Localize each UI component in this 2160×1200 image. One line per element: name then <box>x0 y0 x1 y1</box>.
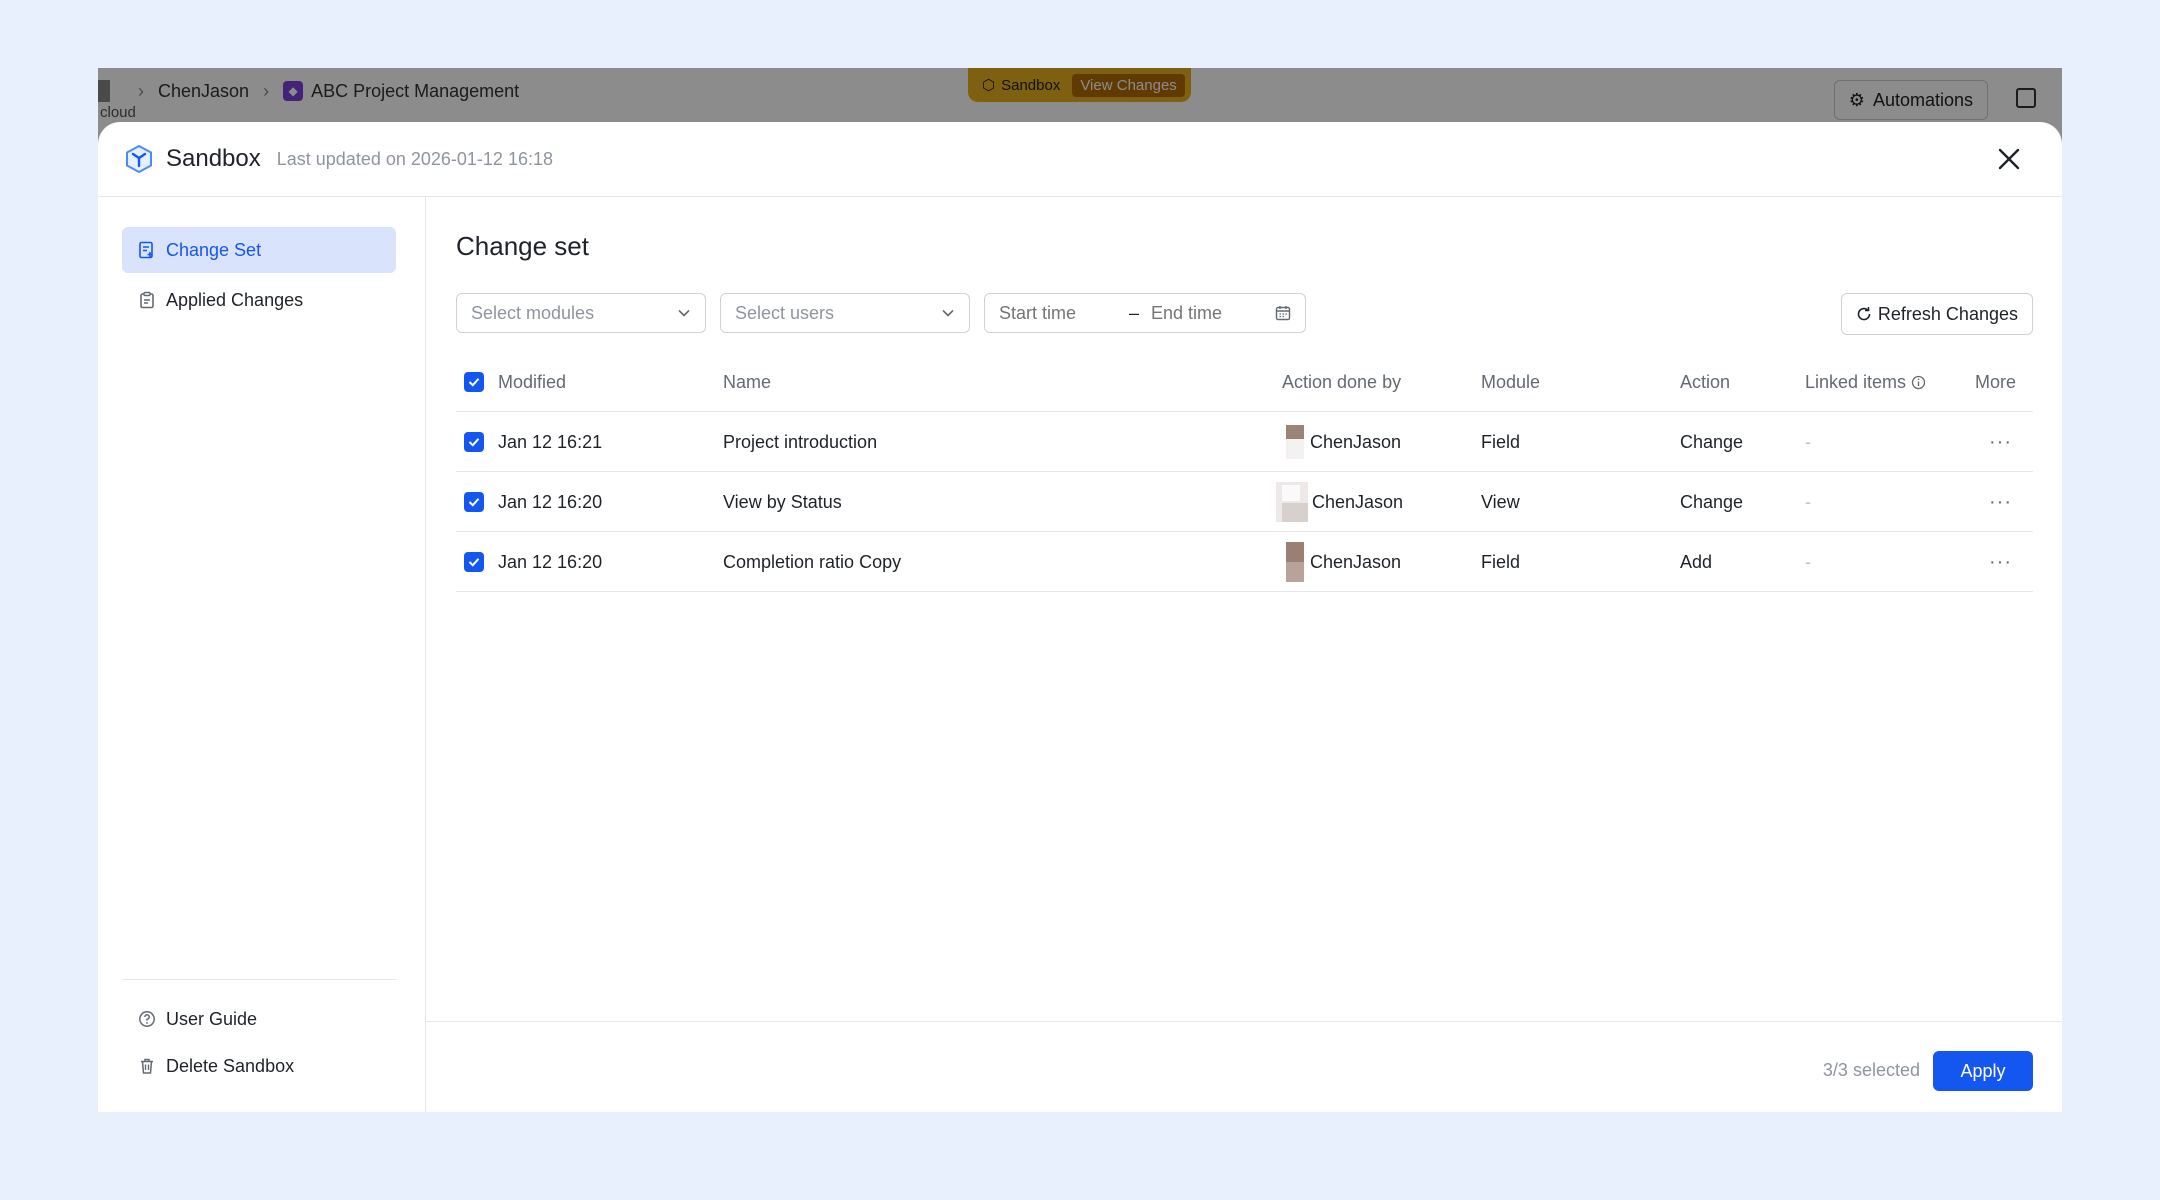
table-header: Modified Name Action done by Module Acti… <box>456 352 2033 412</box>
module-select-placeholder: Select modules <box>471 302 595 323</box>
user-guide-link[interactable]: User Guide <box>122 996 396 1042</box>
table-row[interactable]: Jan 12 16:20 Completion ratio Copy ChenJ… <box>456 532 2033 592</box>
col-name: Name <box>723 371 772 392</box>
refresh-icon <box>1857 307 1871 321</box>
user-select[interactable]: Select users <box>720 293 970 333</box>
check-icon <box>468 438 480 447</box>
range-separator: – <box>1129 302 1140 323</box>
row-modified: Jan 12 16:20 <box>498 491 603 512</box>
modal-header: Sandbox Last updated on 2026-01-12 16:18 <box>98 122 2062 197</box>
selected-count: 3/3 selected <box>1822 1060 1920 1080</box>
row-checkbox[interactable] <box>464 552 484 572</box>
row-module: Field <box>1481 551 1521 572</box>
row-name: View by Status <box>723 491 842 512</box>
row-checkbox[interactable] <box>464 492 484 512</box>
row-linked-items: - <box>1805 431 1811 452</box>
sidebar-item-label: Change Set <box>166 239 262 260</box>
sidebar-item-label: Applied Changes <box>166 289 304 310</box>
end-time-input[interactable] <box>1151 302 1272 324</box>
main-panel: Change set Select modules Select users – <box>427 197 2062 1112</box>
table-row[interactable]: Jan 12 16:20 View by Status ChenJason Vi… <box>456 472 2033 532</box>
user-guide-label: User Guide <box>166 1008 258 1029</box>
change-set-icon <box>139 241 153 259</box>
modal-title: Sandbox <box>166 145 261 172</box>
row-name: Project introduction <box>723 431 878 452</box>
row-action: Add <box>1680 551 1713 572</box>
info-icon[interactable] <box>1911 375 1926 390</box>
apply-button[interactable]: Apply <box>1933 1051 2033 1091</box>
row-modified: Jan 12 16:21 <box>498 431 603 452</box>
date-range-picker[interactable]: – <box>984 293 1306 333</box>
row-more-button[interactable]: ··· <box>1989 412 2012 472</box>
col-more: More <box>1975 371 2017 392</box>
check-icon <box>468 498 480 507</box>
select-all-checkbox[interactable] <box>464 372 484 392</box>
row-module: View <box>1481 491 1520 512</box>
last-updated-text: Last updated on 2026-01-12 16:18 <box>276 148 553 169</box>
row-more-button[interactable]: ··· <box>1989 472 2012 532</box>
avatar <box>1286 425 1304 459</box>
row-user: ChenJason <box>1312 491 1404 512</box>
modal-footer: 3/3 selected Apply <box>427 1021 2062 1112</box>
row-done-by: ChenJason <box>1282 412 1401 472</box>
trash-icon <box>141 1058 153 1074</box>
row-checkbox[interactable] <box>464 432 484 452</box>
col-modified[interactable]: Modified <box>498 352 566 412</box>
sandbox-cube-icon <box>126 144 152 174</box>
sidebar-item-change-set[interactable]: Change Set <box>122 227 396 273</box>
avatar <box>1276 482 1308 522</box>
row-modified: Jan 12 16:20 <box>498 551 603 572</box>
clipboard-icon <box>140 291 154 309</box>
calendar-icon[interactable] <box>1275 305 1291 321</box>
chevron-down-icon <box>678 309 690 317</box>
avatar <box>1286 542 1304 582</box>
chevron-down-icon <box>942 309 954 317</box>
module-select[interactable]: Select modules <box>456 293 706 333</box>
col-module: Module <box>1481 371 1541 392</box>
refresh-label: Refresh Changes <box>1877 303 2018 324</box>
sandbox-modal: Sandbox Last updated on 2026-01-12 16:18… <box>98 122 2062 1112</box>
row-done-by: ChenJason <box>1282 532 1401 592</box>
col-action: Action <box>1680 371 1731 392</box>
check-icon <box>468 558 480 567</box>
col-done-by: Action done by <box>1282 371 1402 392</box>
check-icon <box>468 378 480 387</box>
user-select-placeholder: Select users <box>735 302 835 323</box>
row-user: ChenJason <box>1310 431 1402 452</box>
refresh-changes-button[interactable]: Refresh Changes <box>1840 293 2033 335</box>
row-name: Completion ratio Copy <box>723 551 902 572</box>
row-done-by: ChenJason <box>1276 472 1403 532</box>
close-icon[interactable] <box>1996 146 2022 172</box>
row-module: Field <box>1481 431 1521 452</box>
start-time-input[interactable] <box>999 302 1119 324</box>
sidebar-divider <box>122 979 396 980</box>
delete-sandbox-label: Delete Sandbox <box>166 1055 295 1076</box>
table-row[interactable]: Jan 12 16:21 Project introduction ChenJa… <box>456 412 2033 472</box>
row-linked-items: - <box>1805 551 1811 572</box>
row-user: ChenJason <box>1310 551 1402 572</box>
help-circle-icon <box>139 1011 155 1027</box>
row-action: Change <box>1680 491 1744 512</box>
row-action: Change <box>1680 431 1744 452</box>
col-linked-label: Linked items <box>1805 371 1907 392</box>
sidebar: Change Set Applied Changes User Guide De… <box>98 197 426 1112</box>
row-more-button[interactable]: ··· <box>1989 532 2012 592</box>
page-title: Change set <box>456 231 589 261</box>
row-linked-items: - <box>1805 491 1811 512</box>
col-linked-items: Linked items <box>1805 352 1926 412</box>
change-set-table: Modified Name Action done by Module Acti… <box>456 352 2033 592</box>
sidebar-item-applied-changes[interactable]: Applied Changes <box>122 277 396 323</box>
delete-sandbox-button[interactable]: Delete Sandbox <box>122 1043 396 1089</box>
